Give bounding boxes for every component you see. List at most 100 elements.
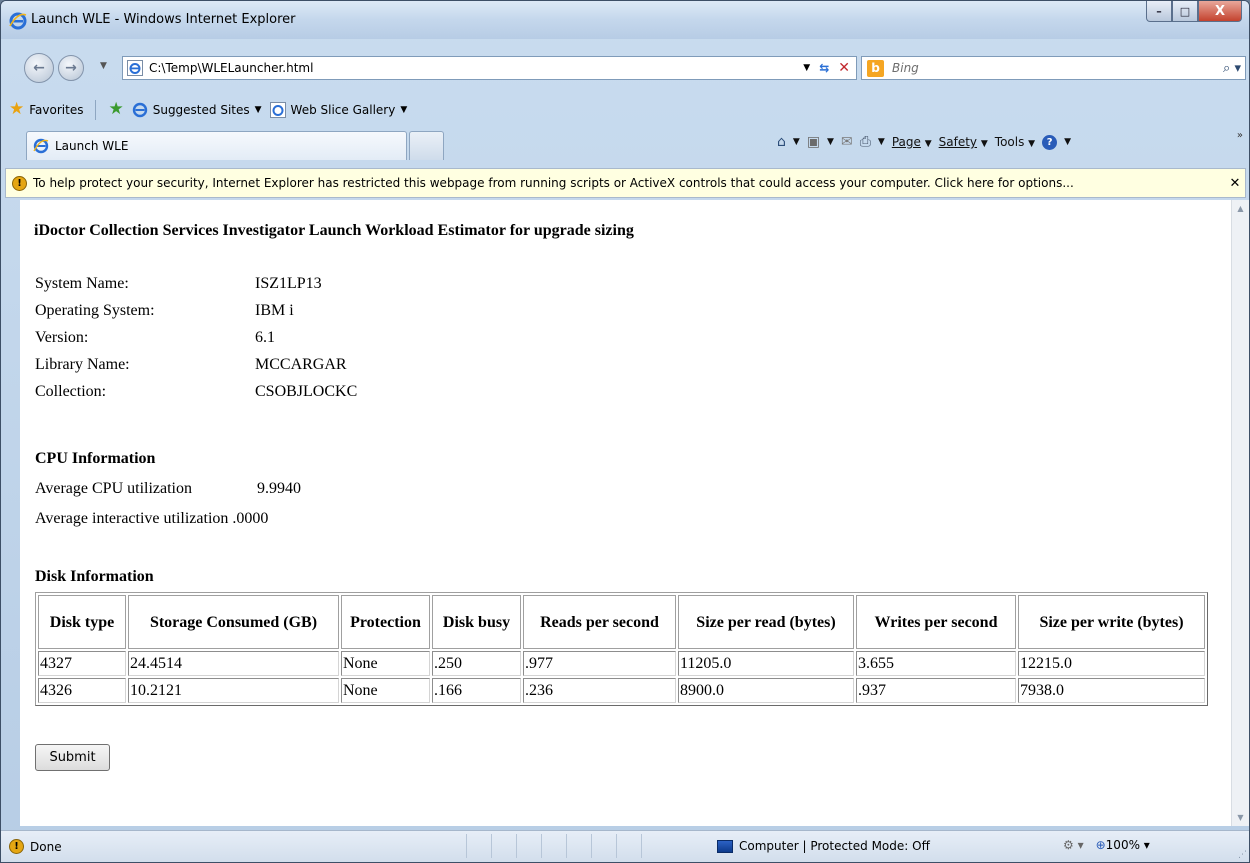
add-to-favorites-icon[interactable]: ★ bbox=[108, 101, 123, 118]
address-tools: ▼ ⇆ ✕ bbox=[803, 60, 856, 76]
home-icon[interactable]: ⌂ bbox=[777, 134, 786, 150]
feeds-icon[interactable]: ▣ bbox=[807, 134, 820, 150]
status-panel bbox=[591, 834, 616, 858]
avg-cpu-value: 9.9940 bbox=[257, 480, 301, 497]
status-text: Done bbox=[30, 839, 62, 854]
table-cell: 24.4514 bbox=[128, 651, 339, 676]
favorites-star-icon: ★ bbox=[9, 99, 25, 119]
table-header-row: Disk type Storage Consumed (GB) Protecti… bbox=[38, 595, 1205, 649]
maximize-button[interactable]: □ bbox=[1172, 1, 1198, 22]
search-icon[interactable]: ⌕ ▾ bbox=[1223, 61, 1245, 76]
table-cell: 4327 bbox=[38, 651, 126, 676]
vertical-scrollbar[interactable]: ▲ ▼ bbox=[1231, 200, 1249, 826]
stop-icon[interactable]: ✕ bbox=[838, 60, 850, 76]
table-cell: 10.2121 bbox=[128, 678, 339, 703]
help-dropdown[interactable]: ▼ bbox=[1064, 137, 1071, 147]
avg-cpu-label: Average CPU utilization bbox=[35, 480, 192, 497]
page-menu[interactable]: Page ▼ bbox=[892, 135, 932, 149]
computer-zone-icon bbox=[717, 839, 733, 853]
avg-interactive-label: Average interactive utilization bbox=[35, 510, 229, 527]
status-bar: ! Done Computer | Protected Mode: Off ⚙ … bbox=[1, 830, 1249, 862]
tab-launch-wle[interactable]: Launch WLE bbox=[26, 131, 407, 160]
bing-logo-icon: b bbox=[867, 59, 884, 77]
column-header: Writes per second bbox=[856, 595, 1016, 649]
new-tab-button[interactable] bbox=[409, 131, 444, 160]
close-window-button[interactable]: X bbox=[1198, 1, 1242, 22]
safety-menu[interactable]: Safety ▼ bbox=[939, 135, 988, 149]
window-controls: – □ X bbox=[1146, 1, 1242, 23]
forward-button[interactable]: → bbox=[58, 55, 84, 81]
column-header: Disk type bbox=[38, 595, 126, 649]
operating-system-label: Operating System: bbox=[35, 301, 155, 319]
information-bar-text: To help protect your security, Internet … bbox=[33, 176, 1074, 190]
information-bar[interactable]: ! To help protect your security, Interne… bbox=[5, 168, 1246, 198]
favorites-label: Favorites bbox=[29, 102, 84, 117]
disk-table: Disk type Storage Consumed (GB) Protecti… bbox=[35, 592, 1208, 706]
print-dropdown[interactable]: ▼ bbox=[878, 137, 885, 147]
ie-tab-icon bbox=[33, 138, 49, 154]
browser-window: Launch WLE - Windows Internet Explorer –… bbox=[0, 0, 1250, 863]
library-name-value: MCCARGAR bbox=[255, 355, 347, 373]
feeds-dropdown[interactable]: ▼ bbox=[827, 137, 834, 147]
table-cell: .250 bbox=[432, 651, 521, 676]
status-panel bbox=[641, 834, 666, 858]
table-cell: .236 bbox=[523, 678, 676, 703]
status-done: ! Done bbox=[9, 839, 62, 854]
version-label: Version: bbox=[35, 328, 89, 346]
protected-mode-icon[interactable]: ⚙ ▾ bbox=[1063, 838, 1084, 852]
scroll-down-icon[interactable]: ▼ bbox=[1232, 809, 1249, 826]
suggested-sites-link[interactable]: Suggested Sites ▼ bbox=[132, 102, 262, 118]
submit-button[interactable]: Submit bbox=[35, 744, 110, 771]
suggested-sites-label: Suggested Sites bbox=[152, 102, 250, 117]
close-icon[interactable]: ✕ bbox=[1225, 176, 1245, 191]
table-cell: 12215.0 bbox=[1018, 651, 1205, 676]
tools-menu[interactable]: Tools ▼ bbox=[995, 135, 1035, 149]
status-panels bbox=[466, 834, 666, 858]
mail-icon[interactable]: ✉ bbox=[841, 134, 853, 150]
window-title: Launch WLE - Windows Internet Explorer bbox=[31, 12, 296, 27]
address-bar[interactable]: C:\Temp\WLELauncher.html ▼ ⇆ ✕ bbox=[122, 56, 857, 80]
page-content: iDoctor Collection Services Investigator… bbox=[20, 200, 1231, 826]
page-title: iDoctor Collection Services Investigator… bbox=[34, 222, 634, 239]
column-header: Storage Consumed (GB) bbox=[128, 595, 339, 649]
web-slice-gallery-label: Web Slice Gallery bbox=[290, 102, 396, 117]
search-box[interactable]: b Bing ⌕ ▾ bbox=[861, 56, 1246, 80]
page-menu-label: Page bbox=[891, 135, 921, 149]
table-cell: 11205.0 bbox=[678, 651, 854, 676]
column-header: Disk busy bbox=[432, 595, 521, 649]
resize-grip-icon[interactable]: ⋰ bbox=[1238, 850, 1247, 860]
zoom-level: 100% bbox=[1105, 838, 1140, 852]
back-arrow-icon: ← bbox=[33, 60, 45, 76]
command-bar: ⌂ ▼ ▣ ▼ ✉ ⎙ ▼ Page ▼ Safety ▼ Tools ▼ ? ▼ bbox=[777, 134, 1071, 150]
status-panel bbox=[491, 834, 516, 858]
table-cell: 3.655 bbox=[856, 651, 1016, 676]
more-commands-icon[interactable]: » bbox=[1237, 130, 1243, 141]
system-info: System Name: ISZ1LP13 Operating System: … bbox=[35, 270, 357, 405]
system-info-row: Operating System: IBM i bbox=[35, 297, 357, 324]
favorites-button[interactable]: ★ Favorites bbox=[9, 101, 83, 118]
recent-pages-dropdown[interactable]: ▼ bbox=[100, 61, 107, 71]
home-dropdown[interactable]: ▼ bbox=[793, 137, 800, 147]
search-input[interactable]: Bing bbox=[892, 61, 1223, 75]
help-icon[interactable]: ? bbox=[1042, 134, 1058, 150]
table-cell: None bbox=[341, 651, 430, 676]
title-bar[interactable]: Launch WLE - Windows Internet Explorer –… bbox=[1, 1, 1249, 39]
avg-cpu-row: Average CPU utilization 9.9940 bbox=[35, 480, 301, 498]
zoom-control[interactable]: ⊕100% ▾ bbox=[1096, 838, 1150, 852]
column-header: Reads per second bbox=[523, 595, 676, 649]
print-icon[interactable]: ⎙ bbox=[860, 134, 871, 150]
security-zone[interactable]: Computer | Protected Mode: Off bbox=[717, 839, 930, 853]
minimize-button[interactable]: – bbox=[1146, 1, 1172, 22]
cpu-information-heading: CPU Information bbox=[35, 450, 156, 467]
system-name-value: ISZ1LP13 bbox=[255, 274, 322, 292]
table-cell: None bbox=[341, 678, 430, 703]
address-dropdown-icon[interactable]: ▼ bbox=[803, 63, 810, 73]
compatibility-view-icon[interactable]: ⇆ bbox=[819, 61, 829, 75]
toolbar-separator bbox=[95, 99, 97, 120]
table-cell: .166 bbox=[432, 678, 521, 703]
tools-menu-label: Tools bbox=[994, 135, 1025, 149]
back-button[interactable]: ← bbox=[24, 53, 54, 83]
web-slice-gallery-link[interactable]: Web Slice Gallery ▼ bbox=[269, 101, 407, 118]
table-cell: 4326 bbox=[38, 678, 126, 703]
scroll-up-icon[interactable]: ▲ bbox=[1232, 200, 1249, 217]
